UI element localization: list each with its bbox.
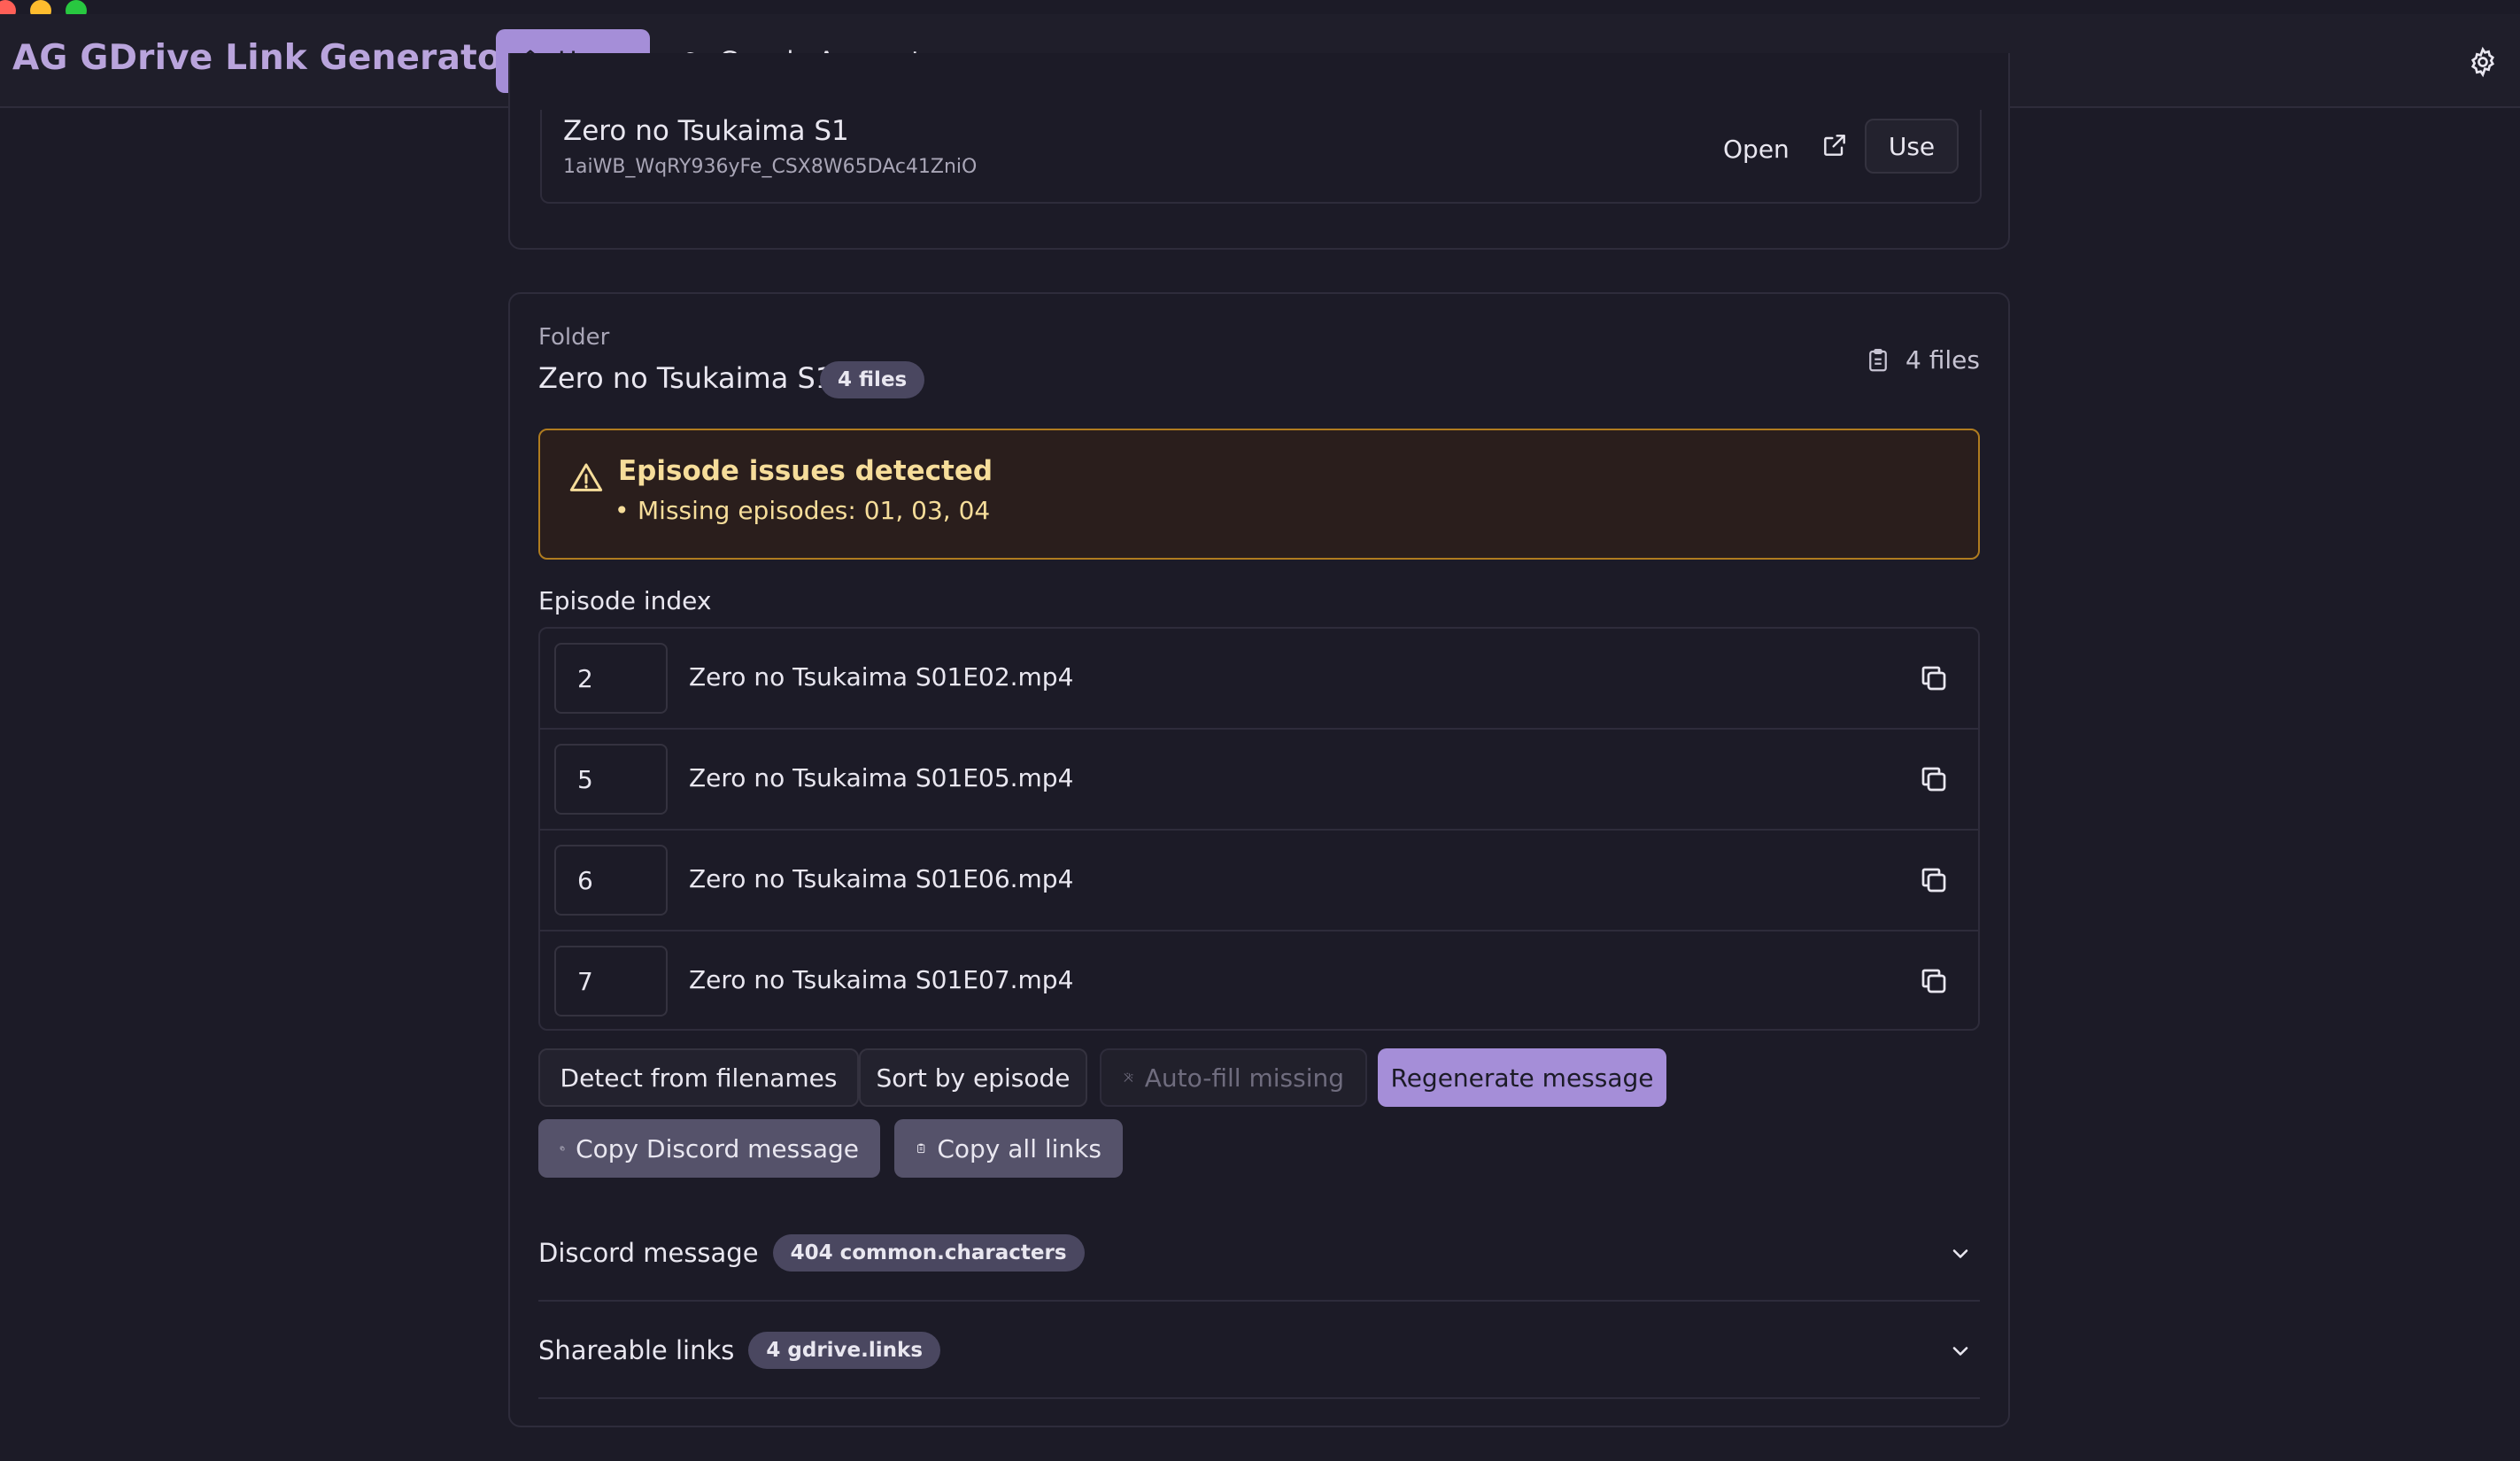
episode-filename: Zero no Tsukaima S01E06.mp4: [689, 864, 1074, 893]
warning-icon: [569, 463, 603, 491]
episode-index-title: Episode index: [538, 586, 712, 615]
episode-number-input[interactable]: 6: [554, 845, 668, 916]
episode-filename: Zero no Tsukaima S01E02.mp4: [689, 662, 1074, 692]
alert-title: Episode issues detected: [618, 455, 993, 487]
episode-number-input[interactable]: 2: [554, 643, 668, 714]
discord-section-label: Discord message: [538, 1238, 759, 1268]
links-section-label: Shareable links: [538, 1335, 735, 1365]
folder-name: Zero no Tsukaima S1: [538, 361, 834, 395]
source-name: Zero no Tsukaima S1: [563, 115, 849, 147]
episode-filename: Zero no Tsukaima S01E07.mp4: [689, 965, 1074, 994]
episode-row: 7 Zero no Tsukaima S01E07.mp4: [540, 931, 1978, 1032]
episode-number-input[interactable]: 7: [554, 946, 668, 1017]
use-button[interactable]: Use: [1865, 119, 1959, 174]
episode-issues-alert: Episode issues detected Missing episodes…: [538, 429, 1980, 560]
folder-card: Folder Zero no Tsukaima S1 4 files 4 fil…: [508, 292, 2010, 1427]
copy-all-links-button[interactable]: Copy all links: [894, 1119, 1123, 1178]
detect-label: Detect from filenames: [560, 1063, 838, 1093]
chevron-down-icon[interactable]: [1948, 1241, 1973, 1266]
episode-list: 2 Zero no Tsukaima S01E02.mp4 5 Zero no …: [538, 627, 1980, 1031]
links-count-badge: 4 gdrive.links: [748, 1332, 941, 1369]
source-row: Zero no Tsukaima S1 1aiWB_WqRY936yFe_CSX…: [540, 110, 1982, 204]
auto-fill-missing-button[interactable]: Auto-fill missing: [1100, 1048, 1367, 1107]
autofill-label: Auto-fill missing: [1144, 1063, 1344, 1093]
folder-label: Folder: [538, 324, 610, 351]
copy-discord-label: Copy Discord message: [576, 1133, 859, 1163]
app-title: AG GDrive Link Generator: [12, 38, 519, 78]
copy-icon[interactable]: [1918, 864, 1950, 896]
sort-label: Sort by episode: [876, 1063, 1071, 1093]
shareable-links-section[interactable]: Shareable links 4 gdrive.links: [538, 1302, 1980, 1399]
chevron-down-icon[interactable]: [1948, 1339, 1973, 1364]
source-id: 1aiWB_WqRY936yFe_CSX8W65DAc41ZniO: [563, 156, 978, 178]
links-section-header: Shareable links 4 gdrive.links: [538, 1332, 941, 1369]
sort-by-episode-button[interactable]: Sort by episode: [859, 1048, 1087, 1107]
discord-message-section[interactable]: Discord message 404 common.characters: [538, 1204, 1980, 1302]
regenerate-label: Regenerate message: [1390, 1063, 1654, 1093]
copy-links-label: Copy all links: [937, 1133, 1102, 1163]
copy-icon[interactable]: [1918, 763, 1950, 795]
discord-section-header: Discord message 404 common.characters: [538, 1234, 1085, 1272]
copy-icon: [560, 1146, 565, 1151]
episode-filename: Zero no Tsukaima S01E05.mp4: [689, 763, 1074, 792]
files-count-label: 4 files: [1905, 345, 1980, 375]
file-count-badge: 4 files: [820, 361, 925, 398]
files-count: 4 files: [1865, 345, 1980, 375]
regenerate-message-button[interactable]: Regenerate message: [1378, 1048, 1666, 1107]
copy-icon[interactable]: [1918, 965, 1950, 997]
episode-number-input[interactable]: 5: [554, 744, 668, 815]
alert-item: Missing episodes: 01, 03, 04: [615, 496, 990, 525]
character-count-badge: 404 common.characters: [772, 1234, 1085, 1272]
source-card: Zero no Tsukaima S1 1aiWB_WqRY936yFe_CSX…: [508, 53, 2010, 250]
episode-row: 2 Zero no Tsukaima S01E02.mp4: [540, 629, 1978, 730]
copy-discord-message-button[interactable]: Copy Discord message: [538, 1119, 880, 1178]
gear-icon[interactable]: [2467, 46, 2499, 78]
open-button[interactable]: Open: [1707, 122, 1805, 176]
clipboard-icon: [1869, 348, 1887, 371]
magic-wand-icon: [1124, 1072, 1133, 1082]
external-link-icon[interactable]: [1820, 131, 1849, 159]
episode-row: 5 Zero no Tsukaima S01E05.mp4: [540, 730, 1978, 831]
episode-row: 6 Zero no Tsukaima S01E06.mp4: [540, 831, 1978, 931]
clipboard-icon: [917, 1143, 925, 1154]
copy-icon[interactable]: [1918, 662, 1950, 694]
detect-from-filenames-button[interactable]: Detect from filenames: [538, 1048, 859, 1107]
